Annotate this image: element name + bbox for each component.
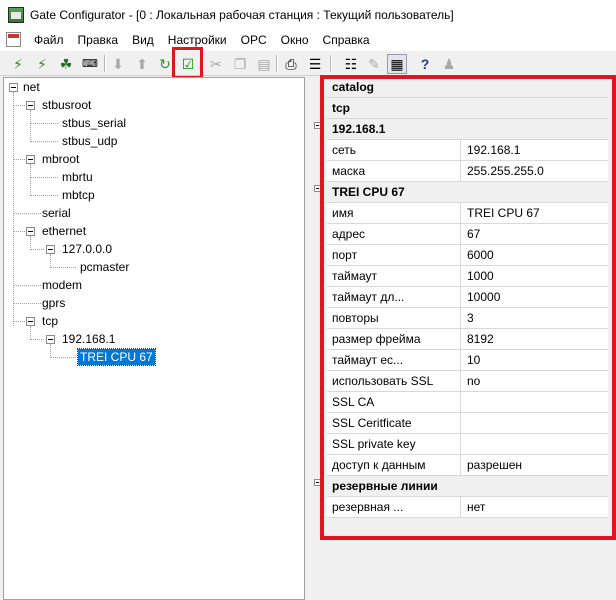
connect-icon[interactable]: ⚡ [8, 54, 28, 74]
help-pointer-icon[interactable]: ? [415, 54, 435, 74]
menu-window[interactable]: Окно [274, 33, 316, 47]
collapse-mbroot-icon[interactable] [26, 155, 35, 164]
tree-node[interactable]: modem [40, 277, 84, 293]
user-icon[interactable]: ♟ [439, 54, 459, 74]
title-bar: Gate Configurator - [0 : Локальная рабоч… [0, 0, 616, 29]
toolbar-separator [276, 55, 278, 72]
document-menu-icon[interactable] [6, 32, 21, 47]
menu-view[interactable]: Вид [125, 33, 161, 47]
collapse-tcp-icon[interactable] [26, 317, 35, 326]
export-icon[interactable]: ✎ [364, 54, 384, 74]
keyboard-icon[interactable]: ⌨ [80, 54, 100, 74]
network-icon[interactable]: ☘ [56, 54, 76, 74]
tree-panel[interactable]: net stbusroot stbus_serial stbus_udp mbr… [3, 77, 305, 600]
tree-node[interactable]: mbroot [40, 151, 81, 167]
tree-node[interactable]: ethernet [40, 223, 88, 239]
collapse-ethernet-icon[interactable] [26, 227, 35, 236]
tree-node-selected[interactable]: TREI CPU 67 [77, 348, 156, 366]
disconnect-icon[interactable]: ⚡ [32, 54, 52, 74]
print-icon[interactable]: ⎙ [281, 54, 301, 74]
toolbar-separator [104, 55, 106, 72]
tree-node[interactable]: mbtcp [60, 187, 97, 203]
menu-edit[interactable]: Правка [71, 33, 126, 47]
move-down-icon[interactable]: ⬇ [108, 54, 128, 74]
window-title: Gate Configurator - [0 : Локальная рабоч… [30, 7, 454, 22]
move-up-icon[interactable]: ⬆ [132, 54, 152, 74]
highlight-frame [320, 75, 616, 540]
tree-node[interactable]: tcp [40, 313, 60, 329]
tree-node[interactable]: serial [40, 205, 73, 221]
paste-icon[interactable]: ▤ [254, 54, 274, 74]
toolbar: ⚡ ⚡ ☘ ⌨ ⬇ ⬆ ↻ ☑ ✂ ❐ ▤ ⎙ ☰ ☷ ✎ ▦ ? ♟ [0, 50, 616, 76]
tree-node[interactable]: pcmaster [78, 259, 131, 275]
menu-file[interactable]: Файл [27, 33, 71, 47]
menu-settings[interactable]: Настройки [161, 33, 234, 47]
menu-bar: Файл Правка Вид Настройки OPC Окно Справ… [0, 29, 616, 50]
collapse-net-icon[interactable] [9, 83, 18, 92]
tree-node[interactable]: net [21, 79, 42, 95]
tree-node[interactable]: 127.0.0.0 [60, 241, 114, 257]
tree-node[interactable]: stbusroot [40, 97, 93, 113]
cut-icon[interactable]: ✂ [206, 54, 226, 74]
collapse-127-icon[interactable] [46, 245, 55, 254]
properties-icon[interactable]: ▦ [387, 54, 407, 74]
list-view-icon[interactable]: ☷ [341, 54, 361, 74]
collapse-stbusroot-icon[interactable] [26, 101, 35, 110]
tree-node[interactable]: stbus_udp [60, 133, 119, 149]
tree-node[interactable]: stbus_serial [60, 115, 128, 131]
tree-node[interactable]: mbrtu [60, 169, 95, 185]
highlight-frame [172, 47, 203, 79]
tree-node[interactable]: gprs [40, 295, 67, 311]
toolbar-separator [330, 55, 332, 72]
collapse-192-icon[interactable] [46, 335, 55, 344]
copy-icon[interactable]: ❐ [230, 54, 250, 74]
menu-opc[interactable]: OPC [234, 33, 274, 47]
tree-node[interactable]: 192.168.1 [60, 331, 117, 347]
menu-help[interactable]: Справка [316, 33, 377, 47]
list-view-icon[interactable]: ☰ [305, 54, 325, 74]
app-icon [8, 6, 24, 23]
